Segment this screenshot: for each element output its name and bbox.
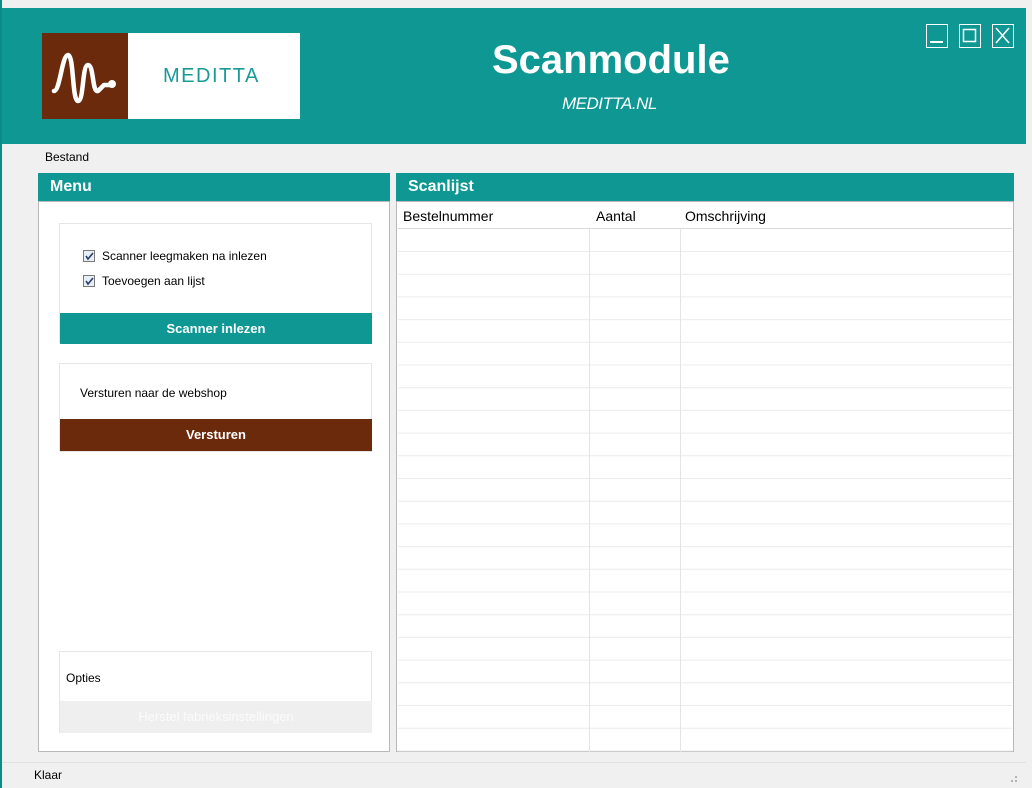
options-label: Opties [66, 671, 101, 685]
scanlist-header-row: Bestelnummer Aantal Omschrijving [398, 205, 1012, 229]
close-icon [995, 27, 1010, 44]
menu-panel-header: Menu [38, 173, 390, 201]
menu-panel: Scanner leegmaken na inlezen Toevoegen a… [38, 201, 390, 752]
statusbar: Klaar [2, 762, 1026, 787]
logo-text: MEDITTA [163, 65, 260, 87]
column-header-omschrijving[interactable]: Omschrijving [685, 208, 766, 224]
minimize-icon [930, 41, 943, 43]
column-header-bestelnummer[interactable]: Bestelnummer [403, 208, 493, 224]
app-subtitle: MEDITTA.NL [562, 94, 657, 113]
check-icon [85, 277, 94, 286]
option-label: Toevoegen aan lijst [102, 274, 205, 288]
scanlist-grid[interactable] [398, 229, 1012, 752]
options-card: Opties Herstel fabrieksinstellingen [59, 651, 372, 733]
app-header: MEDITTA Scanmodule MEDITTA.NL [2, 8, 1026, 144]
resize-grip-icon[interactable] [1008, 773, 1018, 783]
maximize-button[interactable] [959, 24, 981, 48]
status-text: Klaar [34, 768, 63, 782]
option-add-to-list[interactable]: Toevoegen aan lijst [83, 273, 205, 289]
logo-wave-icon [42, 33, 128, 119]
column-header-aantal[interactable]: Aantal [596, 208, 636, 224]
versturen-button[interactable]: Versturen [60, 419, 372, 451]
menu-bestand[interactable]: Bestand [45, 150, 89, 164]
logo: MEDITTA [42, 33, 300, 119]
checkbox-add-to-list[interactable] [83, 275, 95, 287]
app-title: Scanmodule [492, 38, 730, 82]
send-card: Versturen naar de webshop Versturen [59, 363, 372, 452]
close-button[interactable] [992, 24, 1014, 48]
herstel-fabrieksinstellingen-button[interactable]: Herstel fabrieksinstellingen [60, 701, 372, 733]
option-label: Scanner leegmaken na inlezen [102, 249, 267, 263]
scanlist-panel-header: Scanlijst [396, 173, 1014, 201]
menubar: Bestand [2, 144, 1026, 170]
option-clear-scanner[interactable]: Scanner leegmaken na inlezen [83, 248, 267, 264]
check-icon [85, 252, 94, 261]
app-window: MEDITTA Scanmodule MEDITTA.NL Bestand Me… [0, 0, 1032, 788]
send-label: Versturen naar de webshop [80, 386, 227, 400]
checkbox-clear-scanner[interactable] [83, 250, 95, 262]
minimize-button[interactable] [926, 24, 948, 48]
scanner-inlezen-button[interactable]: Scanner inlezen [60, 313, 372, 344]
scan-card: Scanner leegmaken na inlezen Toevoegen a… [59, 223, 372, 344]
maximize-icon [962, 28, 977, 43]
